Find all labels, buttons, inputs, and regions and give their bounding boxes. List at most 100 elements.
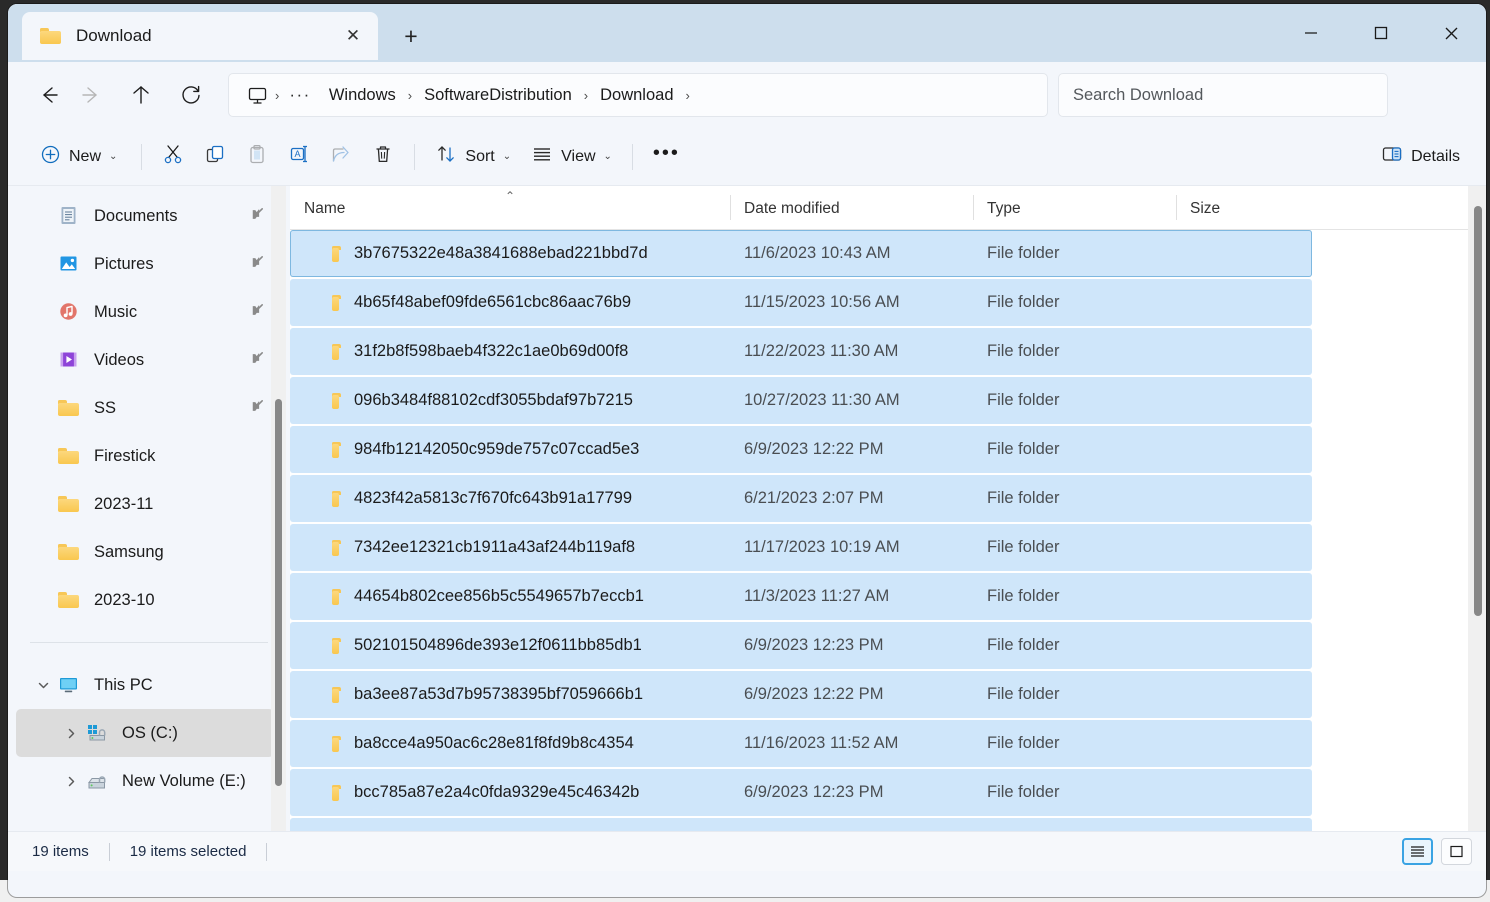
- pin-icon[interactable]: [249, 303, 264, 322]
- details-view-toggle[interactable]: [1402, 838, 1433, 865]
- sidebar-scrollbar-thumb[interactable]: [275, 399, 282, 786]
- address-bar[interactable]: › ··· Windows › SoftwareDistribution › D…: [228, 73, 1048, 117]
- large-icons-view-toggle[interactable]: [1441, 838, 1472, 865]
- sidebar-item-ss[interactable]: SS: [16, 384, 274, 432]
- new-tab-button[interactable]: +: [394, 20, 428, 52]
- cell-date-modified: 6/9/2023 12:22 PM: [744, 440, 884, 458]
- table-row[interactable]: ba3ee87a53d7b95738395bf7059666b1 6/9/2023…: [290, 671, 1312, 718]
- search-box[interactable]: [1058, 73, 1388, 117]
- cell-date-modified: 11/6/2023 10:43 AM: [744, 244, 891, 262]
- new-button-label: New: [69, 147, 102, 165]
- maximize-button[interactable]: [1346, 4, 1416, 62]
- chevron-down-icon[interactable]: [32, 674, 54, 696]
- table-row[interactable]: 984fb12142050c959de757c07ccad5e3 6/9/2023…: [290, 426, 1312, 473]
- sidebar-item-samsung[interactable]: Samsung: [16, 528, 274, 576]
- sort-button[interactable]: Sort ⌄: [425, 137, 521, 177]
- paste-icon: [246, 143, 268, 170]
- breadcrumb-item-windows[interactable]: Windows: [319, 82, 406, 109]
- column-header-size[interactable]: Size: [1176, 186, 1312, 229]
- chevron-right-icon[interactable]: [60, 722, 82, 744]
- copy-button[interactable]: [194, 137, 236, 177]
- folder-icon: [318, 686, 341, 704]
- sidebar-item-firestick[interactable]: Firestick: [16, 432, 274, 480]
- folder-icon: [318, 245, 341, 263]
- documents-icon: [58, 205, 80, 227]
- table-row[interactable]: 502101504896de393e12f0611bb85db1 6/9/2023…: [290, 622, 1312, 669]
- sidebar-tree-item-this-pc[interactable]: This PC: [16, 661, 274, 709]
- new-button[interactable]: New ⌄: [30, 137, 131, 177]
- column-header-type[interactable]: Type: [973, 186, 1176, 229]
- refresh-button[interactable]: [170, 74, 212, 116]
- share-button[interactable]: [320, 137, 362, 177]
- details-pane-button[interactable]: Details: [1371, 137, 1470, 177]
- cut-button[interactable]: [152, 137, 194, 177]
- table-row[interactable]: bcc785a87e2a4c0fda9329e45c46342b 6/9/2023…: [290, 769, 1312, 816]
- forward-button[interactable]: [70, 74, 112, 116]
- column-header-label: Date modified: [744, 200, 840, 217]
- cell-type: File folder: [987, 685, 1060, 703]
- toolbar-divider: [631, 143, 633, 170]
- close-button[interactable]: [1416, 4, 1486, 62]
- copy-icon: [204, 143, 226, 170]
- pictures-icon: [58, 253, 80, 275]
- this-pc-monitor-icon[interactable]: [241, 79, 273, 111]
- column-header-date-modified[interactable]: Date modified: [730, 186, 973, 229]
- sidebar-item-2023-10[interactable]: 2023-10: [16, 576, 274, 624]
- close-icon[interactable]: ✕: [338, 21, 368, 51]
- cell-type: File folder: [987, 244, 1060, 262]
- breadcrumb-item-softwaredistribution[interactable]: SoftwareDistribution: [414, 82, 582, 109]
- view-button[interactable]: View ⌄: [521, 137, 622, 177]
- cell-date-modified: 11/22/2023 11:30 AM: [744, 342, 899, 360]
- folder-icon: [58, 543, 80, 561]
- breadcrumb-item-download[interactable]: Download: [590, 82, 683, 109]
- rename-button[interactable]: A: [278, 137, 320, 177]
- pin-icon[interactable]: [249, 351, 264, 370]
- sidebar-tree-list: This PC OS (C:) New Volume (E:): [8, 661, 290, 805]
- up-button[interactable]: [120, 74, 162, 116]
- column-header-name[interactable]: ⌃ Name: [290, 186, 730, 229]
- column-header-label: Name: [304, 200, 346, 217]
- breadcrumb-overflow-button[interactable]: ···: [281, 83, 318, 107]
- sidebar-item-music[interactable]: Music: [16, 288, 274, 336]
- file-list-pane: ⌃ Name Date modified Type Size 3b7675322e48a…: [290, 186, 1486, 831]
- folder-icon: [318, 588, 341, 606]
- screen: Download ✕ + › ··· Windows › SoftwareDis…: [0, 0, 1490, 902]
- table-row[interactable]: 4b65f48abef09fde6561cbc86aac76b9 11/15/20…: [290, 279, 1312, 326]
- chevron-down-icon: ⌄: [109, 151, 118, 162]
- back-button[interactable]: [28, 74, 70, 116]
- cell-type: File folder: [987, 734, 1060, 752]
- file-list-scrollbar-thumb[interactable]: [1474, 206, 1482, 616]
- see-more-button[interactable]: •••: [643, 137, 690, 177]
- folder-icon: [318, 441, 341, 459]
- sidebar-tree-item-new-volume-e-[interactable]: New Volume (E:): [16, 757, 274, 805]
- sidebar-item-label: 2023-10: [94, 590, 155, 609]
- pin-icon[interactable]: [249, 207, 264, 226]
- delete-button[interactable]: [362, 137, 404, 177]
- table-row[interactable]: cbbd8e66f04bccf20c7ebf184b9d5dfa6/19/202…: [290, 818, 1312, 831]
- sidebar-item-documents[interactable]: Documents: [16, 192, 274, 240]
- pin-icon[interactable]: [249, 399, 264, 418]
- cell-name: 4823f42a5813c7f670fc643b91a17799: [290, 489, 730, 508]
- sidebar-item-2023-11[interactable]: 2023-11: [16, 480, 274, 528]
- table-row[interactable]: 44654b802cee856b5c5549657b7eccb1 11/3/202…: [290, 573, 1312, 620]
- table-row[interactable]: 096b3484f88102cdf3055bdaf97b7215 10/27/20…: [290, 377, 1312, 424]
- table-row[interactable]: 31f2b8f598baeb4f322c1ae0b69d00f8 11/22/20…: [290, 328, 1312, 375]
- table-row[interactable]: 4823f42a5813c7f670fc643b91a17799 6/21/202…: [290, 475, 1312, 522]
- cell-date-modified: 6/9/2023 12:22 PM: [744, 685, 884, 703]
- file-name-label: 3b7675322e48a3841688ebad221bbd7d: [354, 244, 648, 262]
- chevron-right-icon[interactable]: [60, 770, 82, 792]
- sort-arrows-icon: [435, 143, 457, 170]
- search-input[interactable]: [1073, 85, 1373, 105]
- table-row[interactable]: 7342ee12321cb1911a43af244b119af8 11/17/20…: [290, 524, 1312, 571]
- pin-icon[interactable]: [249, 255, 264, 274]
- sidebar-item-videos[interactable]: Videos: [16, 336, 274, 384]
- sort-button-label: Sort: [465, 147, 495, 165]
- paste-button[interactable]: [236, 137, 278, 177]
- sidebar-tree-item-os-c-[interactable]: OS (C:): [16, 709, 274, 757]
- minimize-button[interactable]: [1276, 4, 1346, 62]
- cell-type: File folder: [987, 783, 1060, 801]
- table-row[interactable]: 3b7675322e48a3841688ebad221bbd7d 11/6/202…: [290, 230, 1312, 277]
- tab-download[interactable]: Download ✕: [22, 12, 378, 60]
- table-row[interactable]: ba8cce4a950ac6c28e81f8fd9b8c4354 11/16/20…: [290, 720, 1312, 767]
- sidebar-item-pictures[interactable]: Pictures: [16, 240, 274, 288]
